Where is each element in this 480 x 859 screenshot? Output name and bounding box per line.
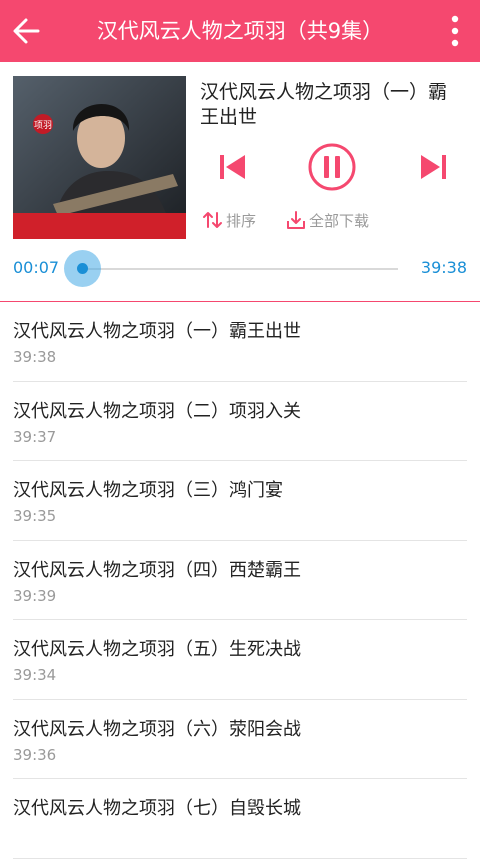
more-menu-button[interactable] (440, 11, 470, 51)
total-time: 39:38 (420, 258, 467, 277)
episode-title: 汉代风云人物之项羽（六）荥阳会战 (13, 718, 301, 740)
episode-item-1[interactable]: 汉代风云人物之项羽（一）霸王出世 39:38 (13, 302, 467, 382)
episode-duration: 39:38 (13, 348, 57, 366)
progress-thumb[interactable] (64, 250, 101, 287)
episode-item-5[interactable]: 汉代风云人物之项羽（五）生死决战 39:34 (13, 620, 467, 700)
skip-next-icon (421, 155, 446, 179)
episode-item-6[interactable]: 汉代风云人物之项羽（六）荥阳会战 39:36 (13, 700, 467, 779)
back-button[interactable] (8, 11, 48, 51)
episode-duration: 39:39 (13, 586, 57, 605)
skip-previous-icon (220, 155, 245, 179)
now-playing-title: 汉代风云人物之项羽（一）霸王出世 (200, 81, 448, 128)
next-button[interactable] (416, 150, 450, 184)
download-all-label: 全部下载 (309, 211, 370, 230)
more-vertical-icon (451, 15, 459, 47)
episode-item-4[interactable]: 汉代风云人物之项羽（四）西楚霸王 39:39 (13, 541, 467, 620)
episode-item-3[interactable]: 汉代风云人物之项羽（三）鸿门宴 39:35 (13, 461, 467, 541)
pause-icon (308, 143, 356, 191)
album-cover: 项羽 (13, 76, 186, 239)
episode-duration: 39:36 (13, 745, 57, 764)
sort-label: 排序 (226, 211, 257, 230)
previous-button[interactable] (216, 150, 250, 184)
app-header: 汉代风云人物之项羽（共9集） (0, 0, 480, 62)
pause-button[interactable] (307, 142, 357, 192)
episode-item-2[interactable]: 汉代风云人物之项羽（二）项羽入关 39:37 (13, 382, 467, 461)
episode-title: 汉代风云人物之项羽（一）霸王出世 (13, 321, 301, 342)
sort-icon (203, 212, 222, 228)
episode-duration: 39:34 (13, 666, 57, 684)
episode-duration: 39:37 (13, 427, 57, 446)
episode-title: 汉代风云人物之项羽（三）鸿门宴 (13, 480, 283, 501)
episode-item-7[interactable]: 汉代风云人物之项羽（七）自毁长城 (13, 779, 467, 859)
episode-list: 汉代风云人物之项羽（一）霸王出世 39:38 汉代风云人物之项羽（二）项羽入关 … (0, 302, 480, 859)
arrow-left-icon (13, 18, 40, 44)
download-icon (287, 211, 305, 229)
episode-title: 汉代风云人物之项羽（二）项羽入关 (13, 400, 301, 422)
progress-track[interactable] (82, 268, 398, 270)
sort-button[interactable]: 排序 (202, 207, 256, 233)
page-title: 汉代风云人物之项羽（共9集） (96, 19, 384, 43)
episode-title: 汉代风云人物之项羽（五）生死决战 (13, 639, 301, 660)
cover-seal-text: 项羽 (34, 120, 52, 131)
download-all-button[interactable]: 全部下载 (285, 207, 369, 233)
episode-title: 汉代风云人物之项羽（七）自毁长城 (13, 798, 301, 819)
episode-duration: 39:35 (13, 507, 57, 525)
player-panel: 项羽 汉代风云人物之项羽（一）霸王出世 排序 全部下载 00:07 39:38 (0, 62, 480, 302)
episode-title: 汉代风云人物之项羽（四）西楚霸王 (13, 559, 301, 581)
current-time: 00:07 (13, 258, 60, 277)
